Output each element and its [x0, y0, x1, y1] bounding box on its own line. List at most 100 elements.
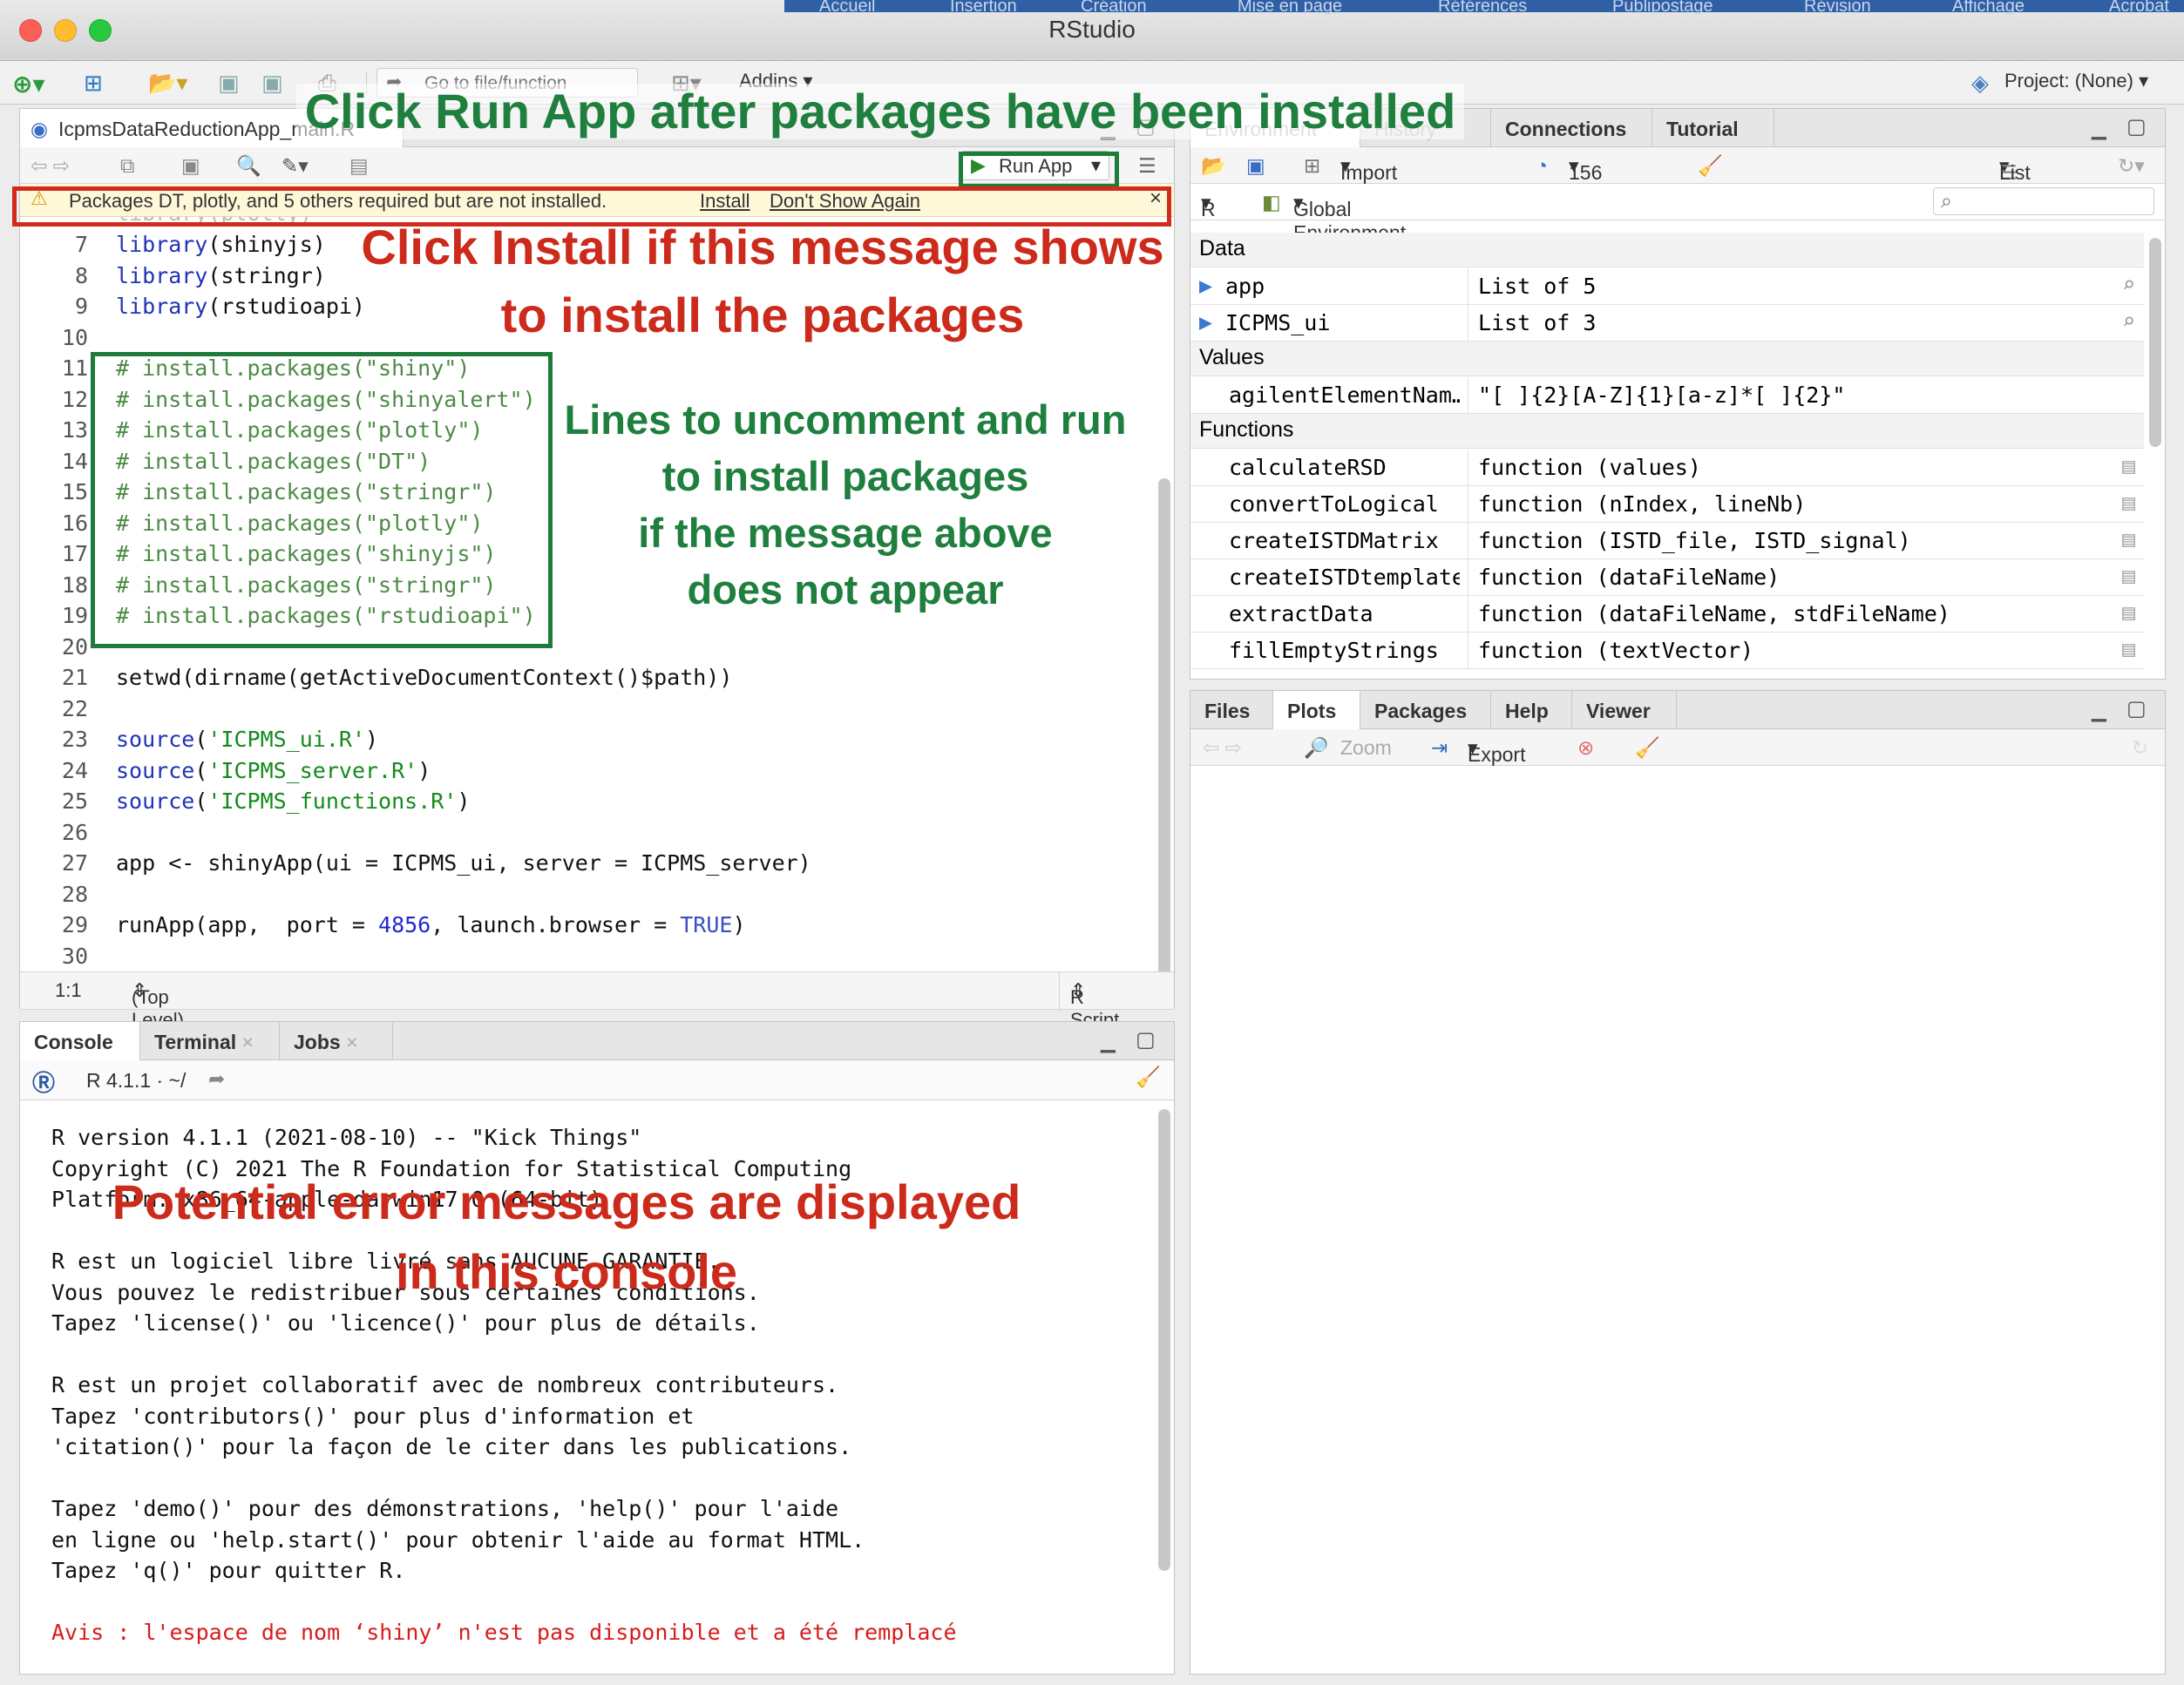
view-data-icon[interactable]: ⌕: [2122, 308, 2135, 334]
line-number: 15: [61, 479, 88, 504]
tab-help[interactable]: Help: [1491, 691, 1572, 729]
variable-value: function (dataFileName, stdFileName): [1478, 601, 1950, 626]
view-function-icon[interactable]: ▤: [2122, 599, 2135, 625]
save-icon[interactable]: ▣: [218, 70, 240, 97]
console-line: Tapez 'q()' pour quitter R.: [51, 1558, 406, 1583]
compile-report-icon[interactable]: ▤: [349, 154, 369, 178]
environment-row[interactable]: createISTDMatrix function (ISTD_file, IST…: [1190, 523, 2144, 559]
line-number: 23: [61, 727, 88, 752]
line-number: 8: [74, 262, 88, 288]
language-menu[interactable]: R ▾: [1201, 191, 1216, 220]
line-number: 21: [61, 665, 88, 690]
clear-workspace-icon[interactable]: 🧹: [1698, 154, 1723, 178]
variable-value: List of 5: [1478, 274, 1597, 299]
tab-packages[interactable]: Packages: [1360, 691, 1491, 729]
go-to-directory-icon[interactable]: ➦: [208, 1067, 225, 1091]
view-function-icon[interactable]: ▤: [2122, 453, 2135, 478]
export-menu[interactable]: Export ▾: [1468, 736, 1525, 766]
outline-icon[interactable]: ☰: [1138, 154, 1156, 178]
annotation-run-app: Click Run App after packages have been i…: [296, 84, 1464, 140]
tab-console[interactable]: Console: [20, 1022, 140, 1060]
run-app-highlight-box: [959, 152, 1119, 188]
tab-connections[interactable]: Connections: [1491, 109, 1652, 147]
environment-scrollbar[interactable]: [2149, 238, 2161, 447]
view-data-icon[interactable]: ⌕: [2122, 272, 2135, 297]
environment-row[interactable]: ▶ ICPMS_ui List of 3 ⌕: [1190, 305, 2144, 342]
environment-row[interactable]: extractData function (dataFileName, stdFi…: [1190, 596, 2144, 633]
zoom-icon[interactable]: 🔎: [1304, 736, 1329, 760]
view-function-icon[interactable]: ▤: [2122, 636, 2135, 661]
line-number: 19: [61, 603, 88, 628]
tab-jobs-label: Jobs: [294, 1031, 341, 1053]
close-tab-icon[interactable]: ×: [346, 1031, 357, 1053]
r-file-icon: ◉: [31, 118, 49, 140]
find-icon[interactable]: 🔍: [236, 154, 261, 178]
open-file-icon[interactable]: 📂▾: [148, 70, 187, 97]
new-project-icon[interactable]: ⊞: [84, 70, 103, 97]
tab-terminal[interactable]: Terminal ×: [140, 1022, 280, 1060]
environment-row[interactable]: convertToLogical function (nIndex, lineNb…: [1190, 486, 2144, 523]
code-tools-icon[interactable]: ✎▾: [281, 154, 309, 178]
zoom-label[interactable]: Zoom: [1340, 736, 1392, 760]
console-pane: Console Terminal × Jobs × ▁ ▢ Ⓡ R 4.1.1 …: [19, 1021, 1175, 1675]
refresh-plot-icon[interactable]: ↻: [2132, 736, 2148, 760]
tab-files[interactable]: Files: [1190, 691, 1273, 729]
line-number: 10: [61, 324, 88, 350]
project-menu[interactable]: Project: (None) ▾: [2004, 70, 2148, 92]
minimize-pane-icon[interactable]: ▁: [2092, 700, 2106, 722]
environment-row[interactable]: calculateRSD function (values) ▤: [1190, 450, 2144, 486]
plots-toolbar: ⇦ ⇨ 🔎 Zoom ⇥ Export ▾ ⊗ 🧹 ↻: [1190, 729, 2165, 766]
clear-plots-icon[interactable]: 🧹: [1635, 736, 1660, 760]
tab-jobs[interactable]: Jobs ×: [280, 1022, 393, 1060]
console-line: R version 4.1.1 (2021-08-10) -- "Kick Th…: [51, 1125, 642, 1150]
view-function-icon[interactable]: ▤: [2122, 526, 2135, 552]
scope-menu[interactable]: Global Environment ▾: [1293, 191, 1406, 244]
console-scrollbar[interactable]: [1158, 1109, 1170, 1571]
new-file-icon[interactable]: ⊕▾: [12, 70, 45, 98]
cursor-position: 1:1: [55, 979, 82, 1001]
save-file-icon[interactable]: ▣: [181, 154, 200, 178]
maximize-pane-icon[interactable]: ▢: [2126, 114, 2147, 139]
load-workspace-icon[interactable]: 📂: [1201, 154, 1226, 178]
line-number: 17: [61, 541, 88, 566]
editor-scrollbar[interactable]: [1158, 478, 1170, 971]
line-number: 12: [61, 386, 88, 412]
variable-name: agilentElementNam…: [1229, 382, 1460, 408]
tab-plots[interactable]: Plots: [1273, 691, 1360, 729]
clear-console-icon[interactable]: 🧹: [1136, 1066, 1161, 1089]
memory-usage-menu[interactable]: 156 MiB ▾: [1569, 154, 1604, 207]
save-all-icon[interactable]: ▣: [261, 70, 283, 97]
remove-plot-icon[interactable]: ⊗: [1577, 736, 1594, 760]
office-tab: Publipostage: [1612, 0, 1713, 16]
tab-viewer[interactable]: Viewer: [1572, 691, 1677, 729]
file-type-selector[interactable]: R Script ⇕: [1070, 979, 1119, 1031]
refresh-icon[interactable]: ↻▾: [2118, 154, 2145, 178]
console-line: R est un projet collaboratif avec de nom…: [51, 1372, 839, 1397]
maximize-pane-icon[interactable]: ▢: [1136, 1027, 1156, 1052]
environment-row[interactable]: createISTDtemplate function (dataFileName…: [1190, 559, 2144, 596]
back-arrow-icon[interactable]: ⇦ ⇨: [31, 154, 70, 178]
minimize-pane-icon[interactable]: ▁: [1101, 1031, 1116, 1053]
close-tab-icon[interactable]: ×: [242, 1031, 254, 1053]
show-in-window-icon[interactable]: ⧉: [120, 154, 134, 178]
environment-row[interactable]: agilentElementNam… "[ ]{2}[A-Z]{1}[a-z]*[…: [1190, 377, 2144, 414]
view-mode-menu[interactable]: ☰ List ▾: [1999, 154, 2031, 184]
scope-selector[interactable]: (Top Level) ⇕: [132, 979, 184, 1031]
environment-row[interactable]: fillEmptyStrings function (textVector) ▤: [1190, 633, 2144, 669]
tab-tutorial[interactable]: Tutorial: [1652, 109, 1774, 147]
minimize-pane-icon[interactable]: ▁: [2092, 118, 2106, 140]
maximize-pane-icon[interactable]: ▢: [2126, 696, 2147, 721]
code-line: library(stringr): [116, 262, 326, 288]
environment-search-input[interactable]: ⌕: [1933, 187, 2154, 215]
project-label: Project: (None): [2004, 70, 2133, 91]
expand-icon[interactable]: ▶: [1199, 309, 1212, 335]
expand-icon[interactable]: ▶: [1199, 273, 1212, 298]
variable-name: convertToLogical: [1229, 491, 1439, 517]
import-dataset-menu[interactable]: Import Dataset ▾: [1340, 154, 1409, 207]
save-workspace-icon[interactable]: ▣: [1246, 154, 1265, 178]
variable-name: fillEmptyStrings: [1229, 638, 1439, 663]
environment-row[interactable]: ▶ app List of 5 ⌕: [1190, 268, 2144, 305]
view-function-icon[interactable]: ▤: [2122, 490, 2135, 515]
previous-plot-icon[interactable]: ⇦ ⇨: [1203, 736, 1242, 760]
view-function-icon[interactable]: ▤: [2122, 563, 2135, 588]
